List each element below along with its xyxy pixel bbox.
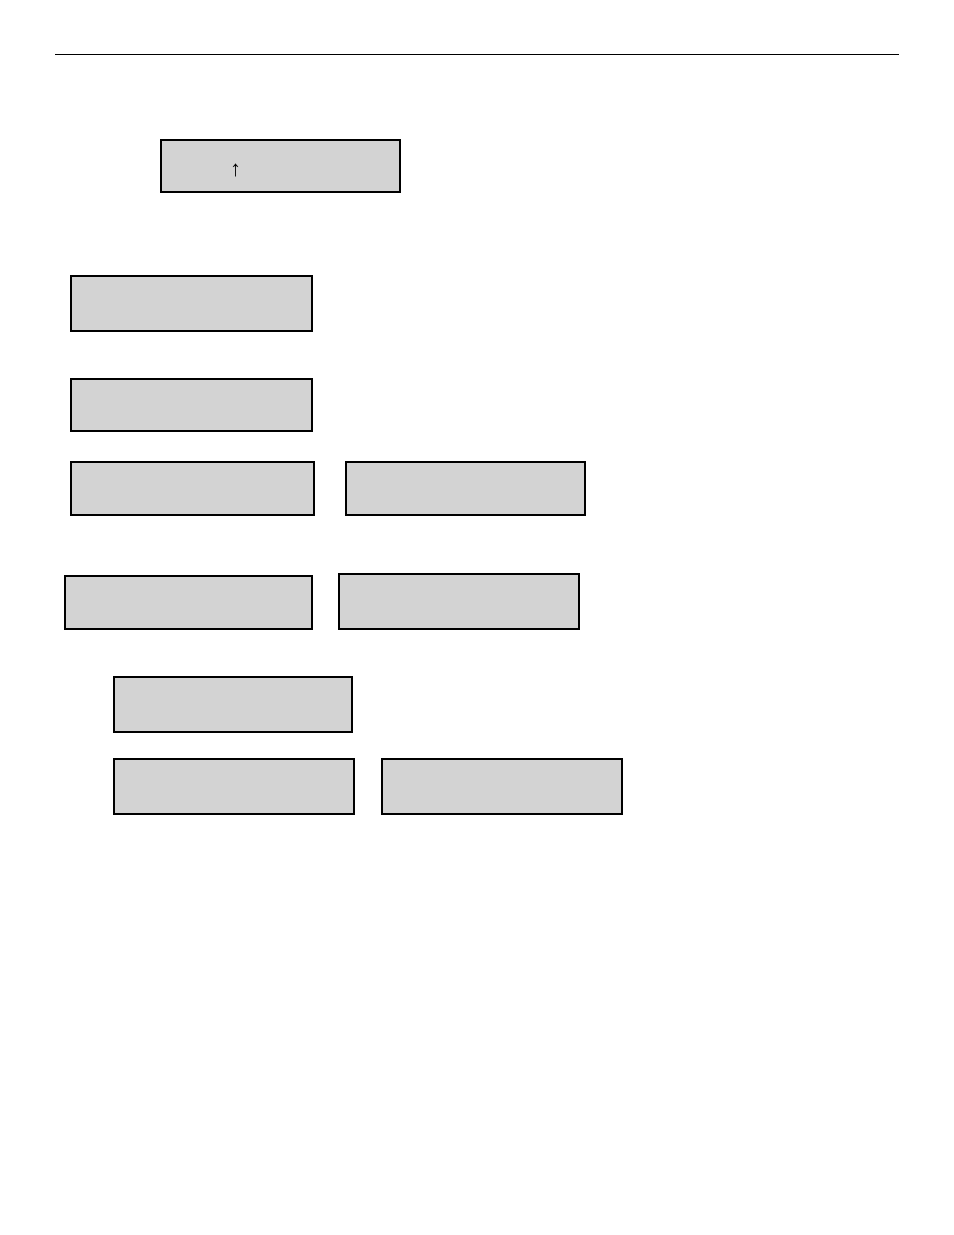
up-arrow-icon: ↑: [230, 158, 241, 180]
box-8: [113, 676, 353, 733]
box-6: [64, 575, 313, 630]
box-9: [113, 758, 355, 815]
box-2: [70, 275, 313, 332]
horizontal-rule: [55, 54, 899, 55]
box-3: [70, 378, 313, 432]
box-1: [160, 139, 401, 193]
page: ↑: [0, 0, 954, 1235]
box-7: [338, 573, 580, 630]
box-5: [345, 461, 586, 516]
box-10: [381, 758, 623, 815]
box-4: [70, 461, 315, 516]
